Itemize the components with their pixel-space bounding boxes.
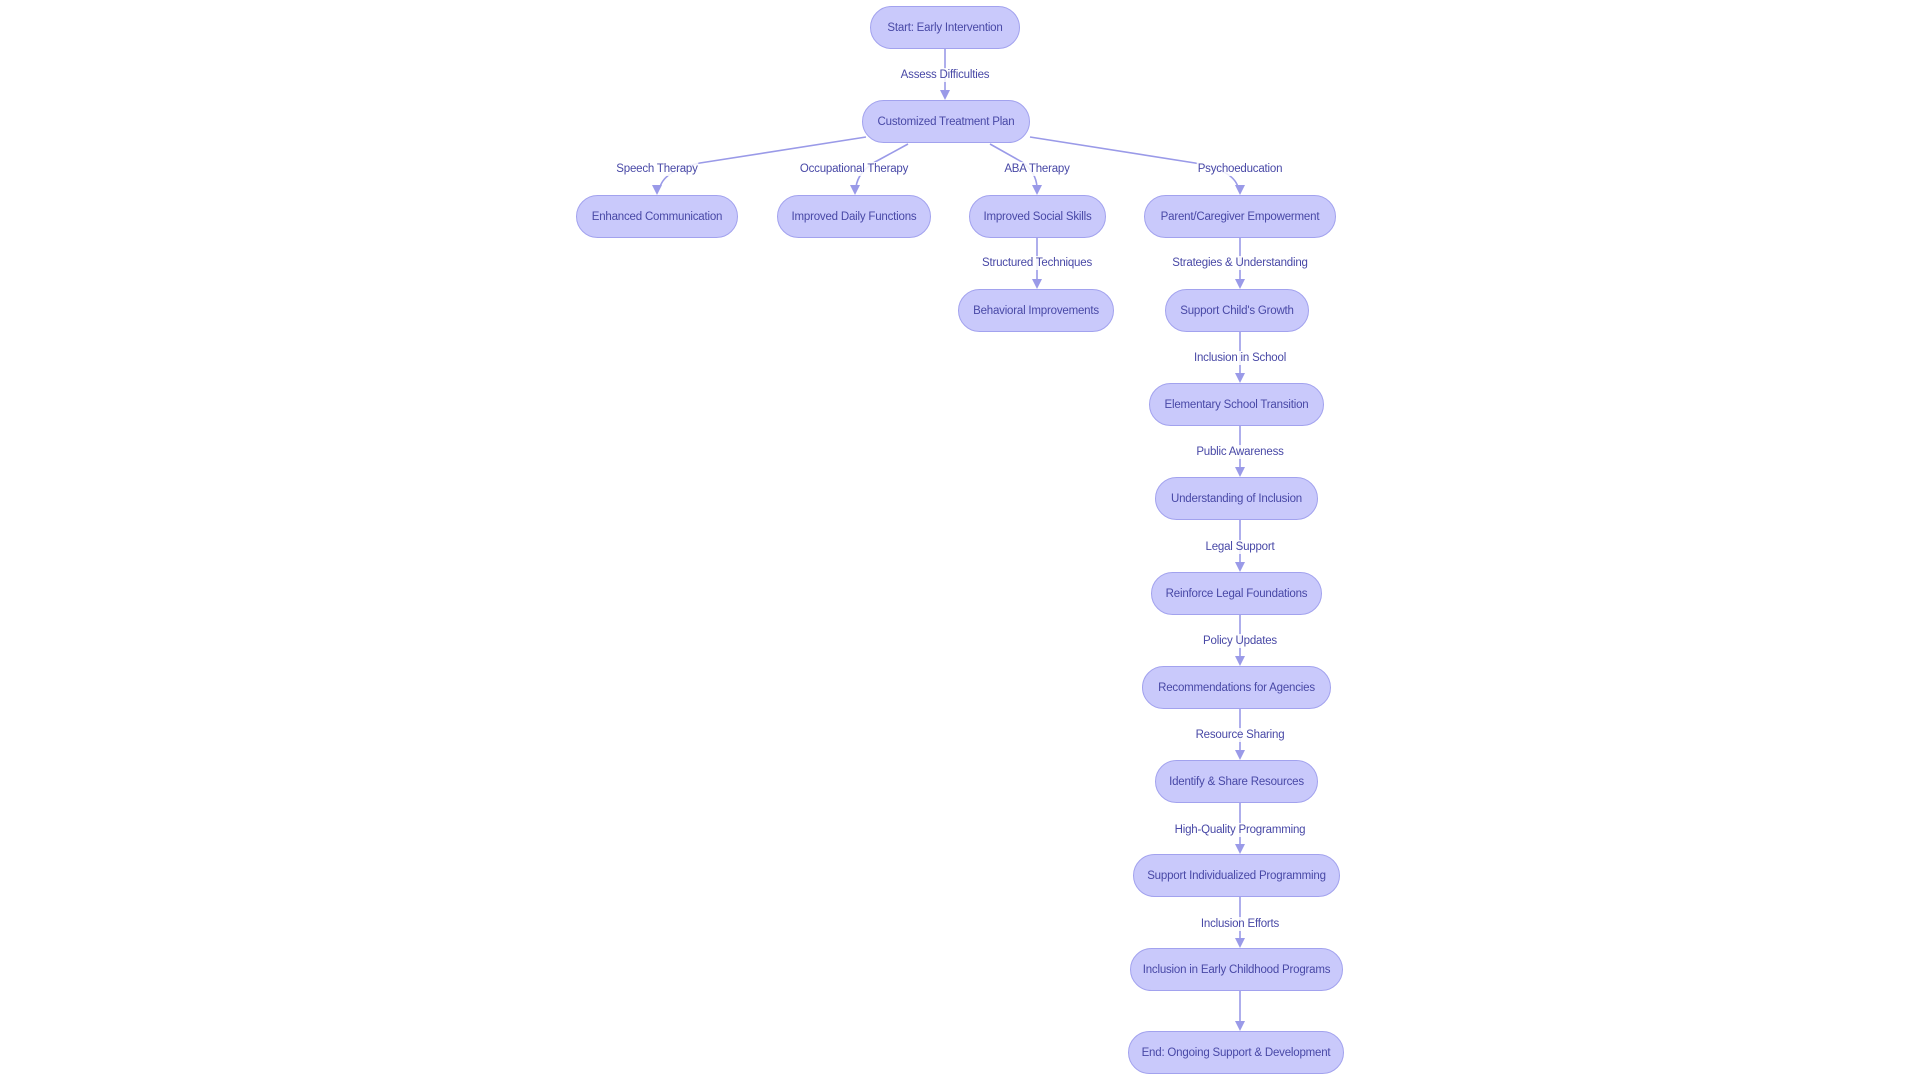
node-enhanced-communication[interactable]: Enhanced Communication [576,195,738,238]
node-improved-daily-functions[interactable]: Improved Daily Functions [777,195,931,238]
arrowhead-icon [1235,373,1245,383]
node-identify-share-resources[interactable]: Identify & Share Resources [1155,760,1318,803]
node-customized-treatment-plan[interactable]: Customized Treatment Plan [862,100,1030,143]
edge-label-resource-sharing: Resource Sharing [1194,728,1286,742]
node-improved-social-skills[interactable]: Improved Social Skills [969,195,1106,238]
edge-label-strategies-understanding: Strategies & Understanding [1171,256,1309,270]
node-start[interactable]: Start: Early Intervention [870,6,1020,49]
flowchart-canvas: Start: Early Intervention Customized Tre… [0,0,1920,1080]
node-recommendations-for-agencies[interactable]: Recommendations for Agencies [1142,666,1331,709]
edge-label-high-quality-programming: High-Quality Programming [1173,823,1307,837]
arrowhead-icon [1235,656,1245,666]
arrowhead-icon [1235,938,1245,948]
edge-label-policy-updates: Policy Updates [1202,634,1278,648]
edge-label-structured-techniques: Structured Techniques [980,256,1094,270]
node-parent-caregiver-empowerment[interactable]: Parent/Caregiver Empowerment [1144,195,1336,238]
arrowhead-icon [652,185,662,195]
edge-label-assess-difficulties: Assess Difficulties [899,68,991,82]
node-behavioral-improvements[interactable]: Behavioral Improvements [958,289,1114,332]
edges-layer [652,49,1245,1031]
node-reinforce-legal-foundations[interactable]: Reinforce Legal Foundations [1151,572,1322,615]
arrowhead-icon [940,90,950,100]
node-elementary-school-transition[interactable]: Elementary School Transition [1149,383,1324,426]
edge-label-legal-support: Legal Support [1204,540,1276,554]
node-inclusion-early-childhood[interactable]: Inclusion in Early Childhood Programs [1130,948,1343,991]
node-support-individualized-programming[interactable]: Support Individualized Programming [1133,854,1340,897]
edge-early-end [1235,991,1245,1031]
edge-label-psychoeducation: Psychoeducation [1196,162,1284,176]
arrowhead-icon [1235,467,1245,477]
node-support-childs-growth[interactable]: Support Child's Growth [1165,289,1309,332]
edge-label-inclusion-efforts: Inclusion Efforts [1199,917,1281,931]
arrowhead-icon [1032,279,1042,289]
node-end[interactable]: End: Ongoing Support & Development [1128,1031,1344,1074]
arrowhead-icon [1235,1021,1245,1031]
arrowhead-icon [1235,750,1245,760]
arrowhead-icon [850,185,860,195]
edge-label-inclusion-in-school: Inclusion in School [1192,351,1288,365]
edge-label-occupational-therapy: Occupational Therapy [798,162,910,176]
arrowhead-icon [1235,844,1245,854]
arrowhead-icon [1032,185,1042,195]
edge-label-public-awareness: Public Awareness [1195,445,1285,459]
edge-label-aba-therapy: ABA Therapy [1003,162,1071,176]
arrowhead-icon [1235,279,1245,289]
edge-label-speech-therapy: Speech Therapy [615,162,699,176]
arrowhead-icon [1235,185,1245,195]
arrowhead-icon [1235,562,1245,572]
node-understanding-of-inclusion[interactable]: Understanding of Inclusion [1155,477,1318,520]
